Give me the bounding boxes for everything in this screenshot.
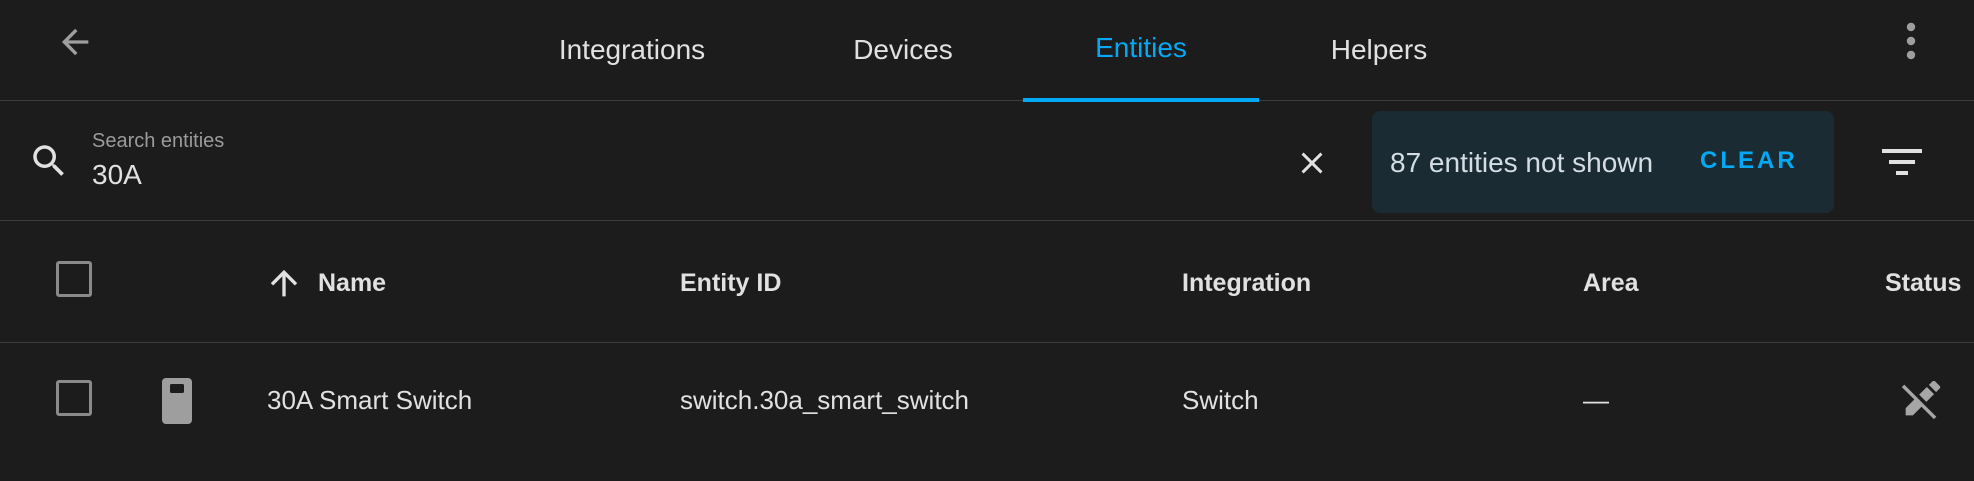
filter-variant-icon	[1882, 149, 1922, 175]
filter-button[interactable]	[1876, 139, 1928, 185]
switch-icon	[162, 378, 192, 424]
tab-label: Helpers	[1330, 33, 1428, 65]
close-icon	[1301, 152, 1323, 174]
search-field[interactable]: Search entities	[92, 127, 1272, 197]
pencil-off-icon	[1901, 380, 1941, 420]
hidden-entities-text: 87 entities not shown	[1390, 147, 1654, 178]
entity-area: —	[1583, 385, 1609, 415]
overflow-menu-button[interactable]	[1896, 18, 1926, 64]
column-header-entity-id[interactable]: Entity ID	[680, 269, 781, 298]
tab-label: Devices	[853, 33, 953, 65]
column-label: Name	[318, 268, 387, 297]
tab-label: Integrations	[558, 33, 706, 65]
tab-label: Entities	[1095, 31, 1187, 63]
entity-integration: Switch	[1182, 385, 1259, 415]
column-header-status[interactable]: Status	[1885, 269, 1961, 298]
tab-entities[interactable]: Entities	[1023, 0, 1259, 102]
tab-helpers[interactable]: Helpers	[1300, 0, 1458, 101]
column-header-name[interactable]: Name	[264, 263, 386, 303]
row-select-checkbox[interactable]	[56, 380, 92, 416]
arrow-up-icon	[270, 269, 298, 297]
select-all-checkbox[interactable]	[56, 261, 92, 297]
back-button[interactable]	[50, 20, 100, 64]
clear-search-button[interactable]	[1290, 141, 1334, 185]
dots-vertical-icon	[1906, 22, 1916, 60]
column-header-integration[interactable]: Integration	[1182, 269, 1311, 298]
toolbar: Integrations Devices Entities Helpers	[0, 0, 1974, 102]
entity-id: switch.30a_smart_switch	[680, 385, 969, 415]
search-input[interactable]	[92, 157, 1272, 193]
search-icon	[33, 145, 64, 176]
tab-devices[interactable]: Devices	[820, 0, 986, 101]
entity-name: 30A Smart Switch	[267, 385, 473, 415]
tab-integrations[interactable]: Integrations	[536, 0, 728, 101]
column-header-area[interactable]: Area	[1583, 269, 1639, 298]
arrow-left-icon	[61, 28, 89, 56]
table-header: Name Entity ID Integration Area Status	[0, 221, 1974, 343]
clear-filters-button[interactable]: CLEAR	[1700, 147, 1798, 175]
search-bar: Search entities 87 entities not shown	[0, 101, 1974, 221]
table-row[interactable]: 30A Smart Switch switch.30a_smart_switch…	[0, 343, 1974, 453]
search-label: Search entities	[92, 130, 225, 152]
